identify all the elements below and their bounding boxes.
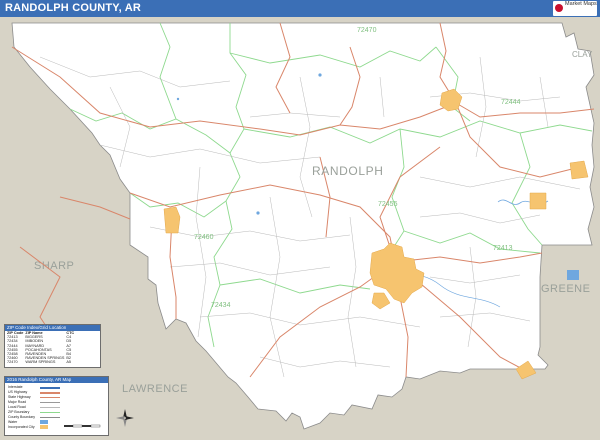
- scale-bar: [64, 424, 101, 428]
- zip-index-table: ZIP Code ZIP Name CTC 72413 BIGGERS C4 724…: [7, 331, 76, 365]
- legend-label: Incorporated City: [8, 425, 35, 429]
- zip-label: 72434: [211, 302, 231, 309]
- legend-swatch: [40, 420, 48, 424]
- neighbor-label-greene: GREENE: [541, 283, 590, 295]
- zip-code: 72470: [7, 360, 18, 365]
- zip-label: 72444: [501, 99, 521, 106]
- zip-label: 72455: [378, 201, 398, 208]
- map-title: RANDOLPH COUNTY, AR: [5, 2, 142, 14]
- legend-label: County Boundary: [8, 415, 36, 419]
- legend-label: Interstate: [8, 385, 23, 389]
- pond: [256, 211, 260, 215]
- north-arrow-icon: [116, 409, 134, 427]
- legend-item: US Highway: [8, 390, 60, 394]
- publisher-logo: Market Maps: [553, 1, 597, 16]
- legend-swatch: [40, 412, 60, 413]
- map-legend-title: 2016 Randolph County, AR Map: [5, 377, 108, 383]
- neighbor-label-clay: CLAY: [572, 50, 593, 59]
- zip-label: 72460: [194, 234, 214, 241]
- legend-label: State Highway: [8, 395, 31, 399]
- zip-label: 72413: [493, 245, 513, 252]
- pond: [176, 97, 180, 101]
- legend-item: Major Road: [8, 400, 60, 404]
- legend-label: Major Road: [8, 400, 27, 404]
- logo-icon: [555, 4, 563, 12]
- zip-index-row: 72470 WARM SPRINGS A5: [7, 360, 76, 364]
- zip-index-panel: ZIP Code Index/Grid Location ZIP Code ZI…: [4, 324, 101, 368]
- legend-item: Incorporated City: [8, 425, 48, 429]
- legend-swatch: [40, 425, 48, 429]
- legend-item: Water: [8, 420, 48, 424]
- lake: [567, 270, 579, 280]
- legend-item: Local Road: [8, 405, 60, 409]
- legend-label: US Highway: [8, 390, 28, 394]
- legend-swatch: [40, 397, 60, 398]
- legend-swatch: [40, 387, 60, 389]
- legend-label: ZIP Boundary: [8, 410, 30, 414]
- legend-item: County Boundary: [8, 415, 60, 419]
- legend-label: Local Road: [8, 405, 26, 409]
- legend-swatch: [40, 402, 60, 403]
- zip-label: 72470: [357, 27, 377, 34]
- legend-swatch: [40, 407, 60, 408]
- legend-item: Interstate: [8, 385, 60, 389]
- legend-item: ZIP Boundary: [8, 410, 60, 414]
- logo-text: Market Maps: [565, 1, 597, 7]
- legend-swatch: [40, 417, 60, 418]
- zip-grid: A5: [66, 360, 72, 365]
- legend-label: Water: [8, 420, 18, 424]
- zip-index-row: 72434 IMBODEN D5: [7, 339, 76, 343]
- county-label: RANDOLPH: [312, 164, 383, 178]
- zip-name: WARM SPRINGS: [25, 360, 56, 365]
- legend-swatch: [40, 392, 60, 394]
- legend-item: State Highway: [8, 395, 60, 399]
- pond: [318, 73, 322, 77]
- title-bar: RANDOLPH COUNTY, AR Market Maps: [0, 0, 600, 17]
- county-map: RANDOLPH COUNTY, AR Market Maps SHARP LA…: [0, 0, 600, 440]
- neighbor-label-lawrence: LAWRENCE: [122, 383, 188, 395]
